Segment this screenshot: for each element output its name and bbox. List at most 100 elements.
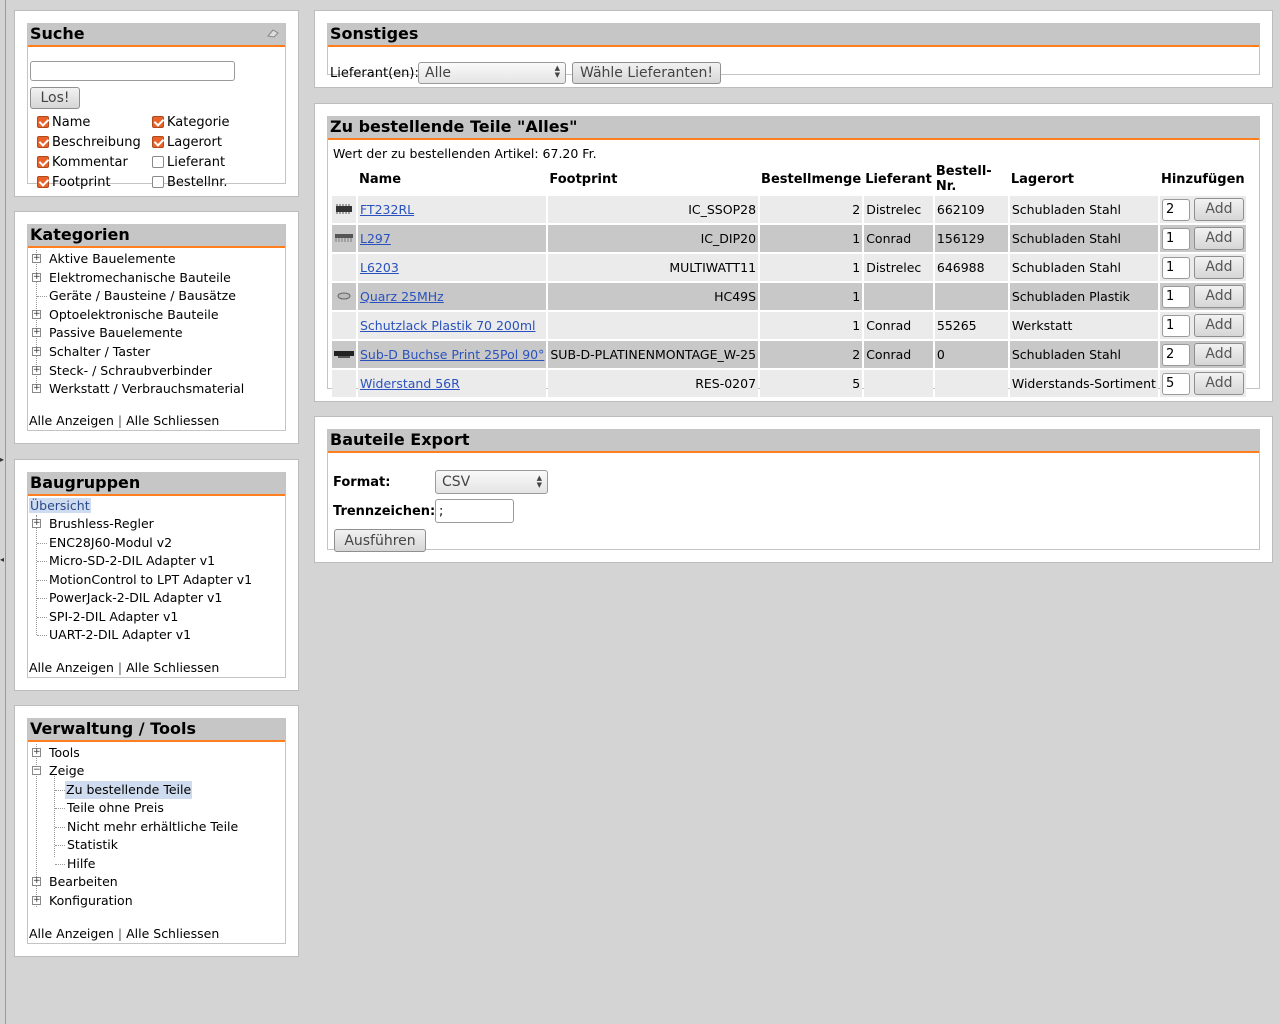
subd-thumbnail-icon: [334, 347, 354, 358]
search-option-checkbox[interactable]: [37, 156, 49, 168]
order-panel: Zu bestellende Teile "Alles" Wert der zu…: [314, 103, 1273, 402]
cell-footprint: [548, 312, 759, 339]
search-option-label[interactable]: Bestellnr.: [167, 175, 228, 190]
search-option-label[interactable]: Beschreibung: [52, 135, 141, 150]
cell-add: Add: [1159, 254, 1246, 281]
cell-order-nr: 156129: [934, 225, 1008, 252]
add-qty-input[interactable]: [1161, 314, 1190, 337]
add-qty-input[interactable]: [1161, 372, 1190, 395]
part-link[interactable]: Quarz 25MHz: [360, 289, 444, 304]
search-option-checkbox[interactable]: [152, 116, 164, 128]
cell-order-nr: 646988: [934, 254, 1008, 281]
format-select[interactable]: CSV ▲ ▼: [435, 470, 548, 494]
separator-input[interactable]: [435, 499, 514, 523]
add-qty-input[interactable]: [1161, 227, 1190, 250]
export-title: Bauteile Export: [328, 429, 1259, 453]
eraser-icon[interactable]: [267, 28, 279, 38]
cell-name: L297: [358, 225, 547, 252]
search-option-label[interactable]: Footprint: [52, 175, 111, 190]
expand-icon[interactable]: +: [32, 877, 41, 886]
cell-name: L6203: [358, 254, 547, 281]
cell-location: Schubladen Stahl: [1009, 225, 1158, 252]
search-option-label[interactable]: Lieferant: [167, 155, 225, 170]
cell-thumb: [332, 283, 356, 310]
footer-separator: |: [117, 413, 123, 428]
cell-qty: 1: [760, 225, 863, 252]
show-all-link[interactable]: Alle Anzeigen: [29, 660, 114, 675]
cell-add: Add: [1159, 283, 1246, 310]
add-button[interactable]: Add: [1193, 343, 1244, 366]
search-option-checkbox[interactable]: [152, 176, 164, 188]
select-arrows-icon: ▲ ▼: [554, 64, 560, 79]
tree-item-label: Brushless-Regler: [49, 516, 154, 531]
add-button[interactable]: Add: [1193, 198, 1244, 221]
tree-item-label: PowerJack-2-DIL Adapter v1: [49, 590, 223, 605]
search-button[interactable]: Los!: [30, 87, 80, 109]
add-button[interactable]: Add: [1193, 227, 1244, 250]
search-input[interactable]: [30, 61, 235, 81]
expand-icon[interactable]: +: [32, 896, 41, 905]
expand-icon[interactable]: +: [32, 309, 41, 319]
add-qty-input[interactable]: [1161, 343, 1190, 366]
add-button[interactable]: Add: [1193, 285, 1244, 308]
expand-icon[interactable]: +: [32, 254, 41, 263]
close-all-link[interactable]: Alle Schliessen: [126, 926, 219, 941]
add-qty-input[interactable]: [1161, 198, 1190, 221]
tree-item-label: Tools: [49, 745, 80, 760]
search-option-checkbox[interactable]: [37, 176, 49, 188]
search-option-label[interactable]: Kommentar: [52, 155, 128, 170]
tree-item-label: Teile ohne Preis: [67, 800, 164, 815]
part-link[interactable]: L6203: [360, 260, 399, 275]
search-option-checkbox[interactable]: [37, 116, 49, 128]
expand-icon[interactable]: +: [32, 272, 41, 282]
empty-thumbnail: [334, 378, 354, 388]
choose-supplier-button[interactable]: Wähle Lieferanten!: [572, 62, 721, 84]
collapse-icon[interactable]: −: [32, 766, 41, 775]
cell-thumb: [332, 196, 356, 223]
expand-icon[interactable]: +: [32, 347, 41, 356]
tree-item-label: MotionControl to LPT Adapter v1: [49, 571, 253, 587]
add-qty-input[interactable]: [1161, 256, 1190, 279]
assemblies-overview-link[interactable]: Übersicht: [29, 498, 91, 513]
expand-icon[interactable]: +: [32, 365, 41, 375]
run-export-button[interactable]: Ausführen: [334, 529, 426, 552]
cell-thumb: [332, 341, 356, 368]
part-link[interactable]: Sub-D Buchse Print 25Pol 90°: [360, 347, 544, 362]
cell-location: Schubladen Stahl: [1009, 341, 1158, 368]
close-all-link[interactable]: Alle Schliessen: [126, 413, 219, 428]
search-option-checkbox[interactable]: [37, 136, 49, 148]
part-link[interactable]: L297: [360, 231, 391, 246]
sidebar-resize-handle[interactable]: ▸ ◂: [0, 456, 6, 566]
search-option-label[interactable]: Kategorie: [167, 115, 230, 130]
show-all-link[interactable]: Alle Anzeigen: [29, 413, 114, 428]
part-link[interactable]: Widerstand 56R: [360, 376, 460, 391]
search-option-label[interactable]: Lagerort: [167, 135, 222, 150]
search-panel: Suche Los! Name Kategorie Beschreibung Lage…: [14, 10, 299, 197]
expand-icon[interactable]: +: [32, 519, 41, 528]
expand-icon[interactable]: +: [32, 328, 41, 338]
cell-location: Widerstands-Sortiment: [1009, 370, 1158, 397]
cell-qty: 1: [760, 254, 863, 281]
part-link[interactable]: FT232RL: [360, 202, 414, 217]
show-all-link[interactable]: Alle Anzeigen: [29, 926, 114, 941]
expand-icon[interactable]: +: [32, 748, 41, 757]
cell-add: Add: [1159, 341, 1246, 368]
cell-supplier: [864, 283, 933, 310]
search-option-checkbox[interactable]: [152, 136, 164, 148]
cell-location: Schubladen Stahl: [1009, 196, 1158, 223]
tree-item-label: Nicht mehr erhältliche Teile: [67, 819, 239, 834]
cell-thumb: [332, 254, 356, 281]
part-link[interactable]: Schutzlack Plastik 70 200ml: [360, 318, 536, 333]
table-row: L6203 MULTIWATT11 1 Distrelec 646988 Schublad…: [332, 254, 1246, 281]
supplier-select[interactable]: Alle ▲ ▼: [418, 62, 566, 84]
expand-icon[interactable]: +: [32, 384, 41, 394]
search-option-label[interactable]: Name: [52, 115, 90, 130]
add-button[interactable]: Add: [1193, 372, 1244, 395]
add-button[interactable]: Add: [1193, 256, 1244, 279]
search-option-checkbox[interactable]: [152, 156, 164, 168]
assemblies-title: Baugruppen: [28, 472, 285, 496]
close-all-link[interactable]: Alle Schliessen: [126, 660, 219, 675]
add-qty-input[interactable]: [1161, 285, 1190, 308]
add-button[interactable]: Add: [1193, 314, 1244, 337]
footer-separator: |: [117, 660, 123, 675]
